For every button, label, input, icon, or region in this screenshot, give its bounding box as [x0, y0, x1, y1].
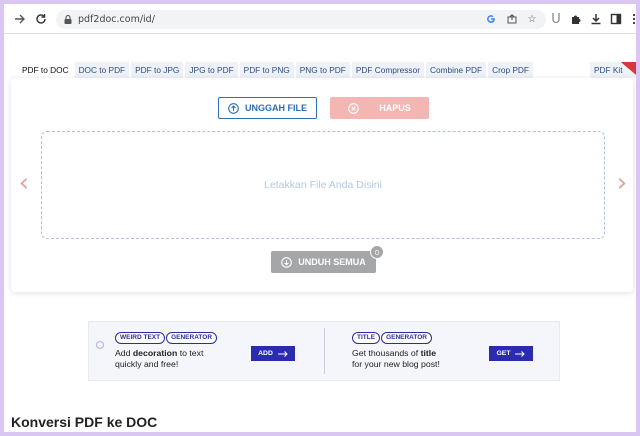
next-arrow-icon[interactable]: › [614, 169, 630, 197]
ad-right-line2: for your new blog post! [352, 359, 440, 369]
arrow-right-icon [277, 350, 288, 357]
ad-banner[interactable]: WEIRD TEXT GENERATOR Add decoration to t… [88, 321, 560, 381]
file-count-badge: 0 [370, 245, 384, 259]
browser-window: pdf2doc.com/id/ ☆ U PDF to DOC DOC to PD… [4, 4, 636, 432]
ad-right-line1-bold: title [420, 348, 437, 358]
forward-icon[interactable] [12, 11, 28, 27]
ad-left-tags: WEIRD TEXT GENERATOR [115, 332, 218, 344]
tab-pdf-compressor[interactable]: PDF Compressor [351, 62, 424, 78]
delete-label: HAPUS [379, 103, 411, 113]
download-icon[interactable] [588, 11, 604, 27]
browser-toolbar: pdf2doc.com/id/ ☆ U [4, 4, 636, 34]
download-all-label: UNDUH SEMUA [298, 257, 366, 267]
menu-icon[interactable] [626, 11, 636, 27]
tab-pdf-kit[interactable]: PDF Kit [590, 62, 636, 78]
sidepanel-icon[interactable] [608, 11, 624, 27]
ad-add-label: ADD [258, 350, 273, 357]
ad-right-line1-pre: Get thousands of [352, 348, 421, 358]
ad-left-line1-pre: Add [115, 348, 133, 358]
tab-jpg-to-pdf[interactable]: JPG to PDF [185, 62, 238, 78]
converter-panel: UNGGAH FILE HAPUS Letakkan File Anda Dis… [11, 78, 633, 292]
tab-pdf-to-png[interactable]: PDF to PNG [239, 62, 294, 78]
tab-png-to-pdf[interactable]: PNG to PDF [295, 62, 350, 78]
url-text: pdf2doc.com/id/ [78, 14, 155, 25]
ad-left-text: Add decoration to text quickly and free! [115, 348, 203, 370]
lock-icon [64, 15, 72, 24]
dropzone-text: Letakkan File Anda Disini [264, 179, 382, 191]
ad-right-tag2: GENERATOR [381, 332, 432, 344]
upload-icon [228, 102, 239, 114]
ad-get-label: GET [496, 350, 511, 357]
puzzle-icon[interactable] [568, 11, 584, 27]
ad-left-tag2: GENERATOR [166, 332, 218, 344]
star-icon[interactable]: ☆ [525, 12, 539, 26]
new-ribbon [621, 62, 636, 76]
ad-left-tag1: WEIRD TEXT [115, 332, 166, 344]
tab-pdf-to-doc[interactable]: PDF to DOC [18, 62, 73, 78]
address-bar[interactable]: pdf2doc.com/id/ ☆ [56, 10, 546, 29]
tab-doc-to-pdf[interactable]: DOC to PDF [74, 62, 130, 78]
page-heading: Konversi PDF ke DOC [11, 414, 158, 430]
ad-get-button[interactable]: GET [489, 346, 533, 361]
google-icon[interactable] [484, 12, 498, 26]
tab-pdf-to-jpg[interactable]: PDF to JPG [131, 62, 184, 78]
upload-file-label: UNGGAH FILE [245, 103, 307, 113]
share-icon[interactable] [505, 12, 519, 26]
close-circle-icon [348, 102, 360, 114]
ad-weird-text[interactable]: WEIRD TEXT GENERATOR Add decoration to t… [89, 322, 324, 380]
tab-pdf-kit-label: PDF Kit [594, 65, 623, 75]
extension-u-icon[interactable]: U [548, 11, 564, 27]
arrow-right-icon [515, 350, 526, 357]
prev-arrow-icon[interactable]: ‹ [16, 169, 32, 197]
ad-title-generator[interactable]: TITLE GENERATOR Get thousands of title f… [325, 322, 561, 380]
file-dropzone[interactable]: Letakkan File Anda Disini [41, 131, 605, 239]
ad-add-button[interactable]: ADD [251, 346, 295, 361]
ad-right-tag1: TITLE [352, 332, 381, 344]
ad-left-line1-post: to text [177, 348, 204, 358]
upload-file-button[interactable]: UNGGAH FILE [218, 97, 317, 119]
ad-left-line1-bold: decoration [132, 348, 178, 358]
delete-button[interactable]: HAPUS [330, 97, 429, 119]
tab-crop-pdf[interactable]: Crop PDF [488, 62, 533, 78]
download-all-button[interactable]: UNDUH SEMUA [271, 251, 376, 273]
ad-right-text: Get thousands of title for your new blog… [352, 348, 440, 370]
download-circle-icon [281, 256, 293, 268]
reload-icon[interactable] [33, 11, 49, 27]
tab-combine-pdf[interactable]: Combine PDF [425, 62, 487, 78]
ad-left-line2: quickly and free! [115, 359, 179, 369]
tool-tabs: PDF to DOC DOC to PDF PDF to JPG JPG to … [18, 62, 533, 78]
ad-right-tags: TITLE GENERATOR [352, 332, 432, 344]
